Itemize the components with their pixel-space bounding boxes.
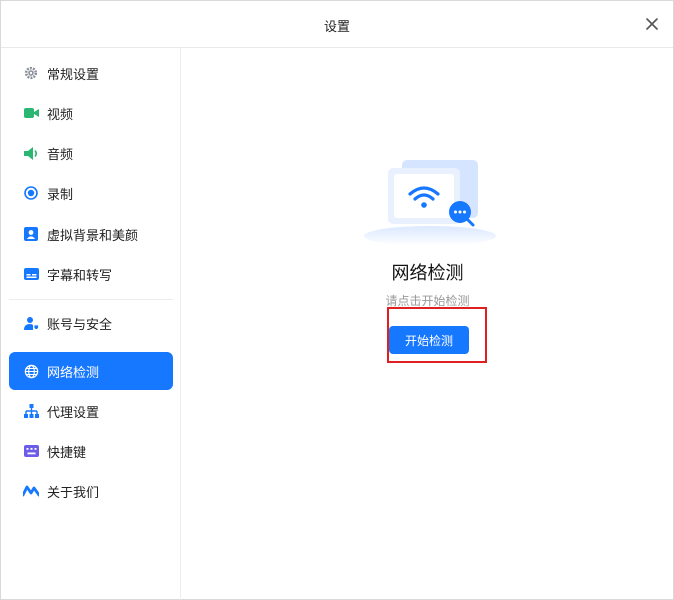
globe-icon [23, 363, 39, 379]
network-test-illustration-icon [364, 160, 496, 246]
sidebar-item-network-test[interactable]: 网络检测 [9, 352, 173, 390]
sidebar-item-label: 关于我们 [47, 485, 100, 501]
speaker-icon [23, 145, 39, 161]
sidebar-item-proxy[interactable]: 代理设置 [9, 392, 173, 430]
settings-window: 设置 常规设置 视频 音频 录制 虚拟背景和美颜 字幕和转写 账号与安全 网络检… [0, 0, 674, 600]
sidebar-item-label: 代理设置 [47, 405, 100, 421]
settings-sidebar: 常规设置 视频 音频 录制 虚拟背景和美颜 字幕和转写 账号与安全 网络检测 代… [1, 48, 181, 600]
sidebar-item-shortcuts[interactable]: 快捷键 [9, 432, 173, 470]
brand-logo-icon [23, 483, 39, 499]
sidebar-item-video[interactable]: 视频 [9, 94, 173, 132]
sidebar-item-audio[interactable]: 音频 [9, 134, 173, 172]
close-icon [646, 18, 658, 30]
sidebar-item-about[interactable]: 关于我们 [9, 472, 173, 510]
panel-title: 网络检测 [391, 263, 464, 284]
sidebar-item-label: 录制 [47, 187, 74, 203]
gear-icon [23, 65, 39, 81]
sidebar-item-general[interactable]: 常规设置 [9, 54, 173, 92]
sidebar-item-label: 账号与安全 [47, 317, 113, 333]
record-icon [23, 185, 39, 201]
video-camera-icon [23, 105, 39, 121]
keyboard-icon [23, 443, 39, 459]
sidebar-item-label: 网络检测 [47, 365, 100, 381]
window-title: 设置 [323, 20, 350, 35]
sidebar-item-label: 虚拟背景和美颜 [47, 228, 139, 244]
start-test-button[interactable]: 开始检测 [389, 326, 469, 354]
sidebar-item-virtual-background[interactable]: 虚拟背景和美颜 [9, 215, 173, 253]
title-bar: 设置 [1, 1, 673, 48]
network-tree-icon [23, 403, 39, 419]
sidebar-item-label: 快捷键 [47, 445, 87, 461]
sidebar-item-label: 音频 [47, 147, 74, 163]
portrait-icon [23, 226, 39, 242]
sidebar-item-recording[interactable]: 录制 [9, 174, 173, 212]
sidebar-item-subtitles[interactable]: 字幕和转写 [9, 255, 173, 293]
sidebar-item-label: 视频 [47, 107, 74, 123]
subtitle-icon [23, 266, 39, 282]
hint-text: 请点击开始检测 [385, 294, 470, 308]
sidebar-divider [9, 299, 173, 300]
sidebar-item-label: 字幕和转写 [47, 268, 113, 284]
user-shield-icon [23, 315, 39, 331]
network-test-panel: 网络检测 请点击开始检测 开始检测 [182, 48, 673, 600]
sidebar-item-label: 常规设置 [47, 67, 100, 83]
close-button[interactable] [641, 13, 663, 35]
sidebar-item-account-security[interactable]: 账号与安全 [9, 304, 173, 342]
